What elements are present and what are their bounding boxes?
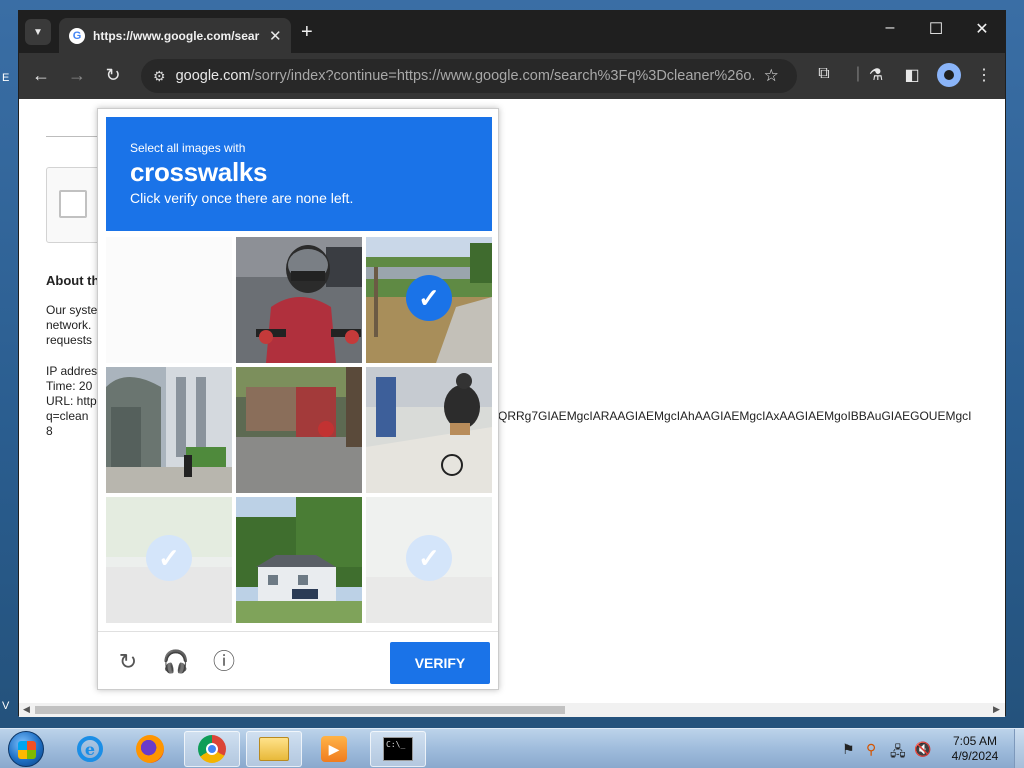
challenge-header: Select all images with crosswalks Click … [106,117,492,231]
captcha-tile-3[interactable]: ✓ [366,237,492,363]
desktop-icon-label-stub: E [2,72,10,84]
recaptcha-checkbox[interactable] [59,190,87,218]
action-center-flag-icon[interactable]: ⚑ [842,741,855,758]
request-details: IP addres Time: 20 URL: http q=clean 8 [46,364,98,438]
captcha-tile-2[interactable] [236,237,362,363]
firefox-icon [136,735,164,763]
start-button[interactable] [8,731,44,767]
image-grid: ✓ ✓ ✓ [106,237,492,623]
scroll-right-icon[interactable]: ▶ [993,704,1000,715]
captcha-tile-8[interactable] [236,497,362,623]
system-clock[interactable]: 7:05 AM 4/9/2024 [944,734,1006,764]
address-bar[interactable]: ⚙ google.com/sorry/index?continue=https:… [141,59,797,93]
folder-icon [259,737,289,761]
request-url-tail: QRRg7GIAEMgcIARAAGIAEMgcIAhAAGIAEMgcIAxA… [498,409,972,423]
captcha-tile-9[interactable]: ✓ [366,497,492,623]
captcha-tile-1[interactable] [106,237,232,363]
reload-icon[interactable]: ↻ [101,65,125,86]
captcha-tile-4[interactable] [106,367,232,493]
recaptcha-challenge: Select all images with crosswalks Click … [97,108,499,690]
audio-challenge-headphones-icon[interactable]: 🎧 [162,648,190,676]
media-player-icon: ▶ [321,736,347,762]
url-text: google.com/sorry/index?continue=https://… [175,68,754,84]
file-explorer-taskbar-button[interactable] [246,731,302,767]
profile-avatar-icon[interactable] [937,63,961,87]
forward-icon[interactable]: → [65,65,89,86]
internet-explorer-taskbar-button[interactable]: e [62,731,118,767]
google-favicon-icon: G [69,27,85,44]
tab-title: https://www.google.com/sear [93,28,260,43]
selected-check-icon: ✓ [406,275,452,321]
close-window-icon[interactable]: ✕ [967,19,997,39]
captcha-tile-7[interactable]: ✓ [106,497,232,623]
desktop-icon-label-stub: V [2,700,10,712]
title-bar: ▼ G https://www.google.com/sear ✕ + – ☐ … [19,11,1005,53]
info-icon[interactable]: ⓘ [210,648,238,676]
side-panel-icon[interactable]: ◧ [901,65,923,85]
tab-search-button[interactable]: ▼ [25,19,51,45]
instruction-subline: Click verify once there are none left. [130,190,354,206]
minimize-icon[interactable]: – [875,19,905,37]
selected-check-icon: ✓ [146,535,192,581]
selected-check-icon: ✓ [406,535,452,581]
browser-tab[interactable]: G https://www.google.com/sear ✕ [59,18,291,53]
menu-kebab-icon[interactable]: ⋮ [973,65,995,85]
clock-date: 4/9/2024 [951,749,999,763]
browser-toolbar: ← → ↻ ⚙ google.com/sorry/index?continue=… [19,53,1005,99]
explanation-paragraph: Our syste network. requests [46,303,98,347]
command-prompt-icon: C:\_ [383,737,413,761]
back-icon[interactable]: ← [29,65,53,86]
bookmark-star-icon[interactable]: ☆ [764,66,779,86]
site-info-icon[interactable]: ⚙ [153,68,166,85]
challenge-footer: ↻ 🎧 ⓘ VERIFY [98,631,498,689]
reload-challenge-icon[interactable]: ↻ [114,648,142,676]
maximize-icon[interactable]: ☐ [921,19,951,39]
verify-button[interactable]: VERIFY [390,642,490,684]
horizontal-scrollbar[interactable]: ◀ ▶ [19,703,1005,717]
firefox-taskbar-button[interactable] [122,731,178,767]
show-desktop-button[interactable] [1014,729,1024,768]
search-magnifier-icon[interactable]: ⚲ [866,741,876,758]
instruction-line: Select all images with [130,141,246,155]
clock-time: 7:05 AM [952,734,998,748]
captcha-tile-5[interactable] [236,367,362,493]
internet-explorer-icon: e [77,736,103,762]
extensions-icon[interactable]: ⧉ [813,65,835,83]
close-tab-icon[interactable]: ✕ [269,27,282,45]
new-tab-button[interactable]: + [301,21,313,44]
chrome-icon [198,735,226,763]
command-prompt-taskbar-button[interactable]: C:\_ [370,731,426,767]
captcha-tile-6[interactable] [366,367,492,493]
taskbar: e ▶ C:\_ ⚑ ⚲ 🖧 🔇 7:05 AM 4/9/2024 [0,728,1024,768]
network-icon[interactable]: 🖧 [890,741,906,765]
labs-flask-icon[interactable]: ⚗ [865,65,887,85]
windows-logo-icon [18,741,36,759]
scrollbar-thumb[interactable] [35,706,565,714]
scroll-left-icon[interactable]: ◀ [23,704,30,715]
chevron-down-icon: ▼ [33,26,43,38]
media-player-taskbar-button[interactable]: ▶ [306,731,362,767]
chrome-taskbar-button[interactable] [184,731,240,767]
about-heading: About th [46,273,100,288]
volume-muted-icon[interactable]: 🔇 [914,741,931,758]
challenge-keyword: crosswalks [130,157,268,187]
